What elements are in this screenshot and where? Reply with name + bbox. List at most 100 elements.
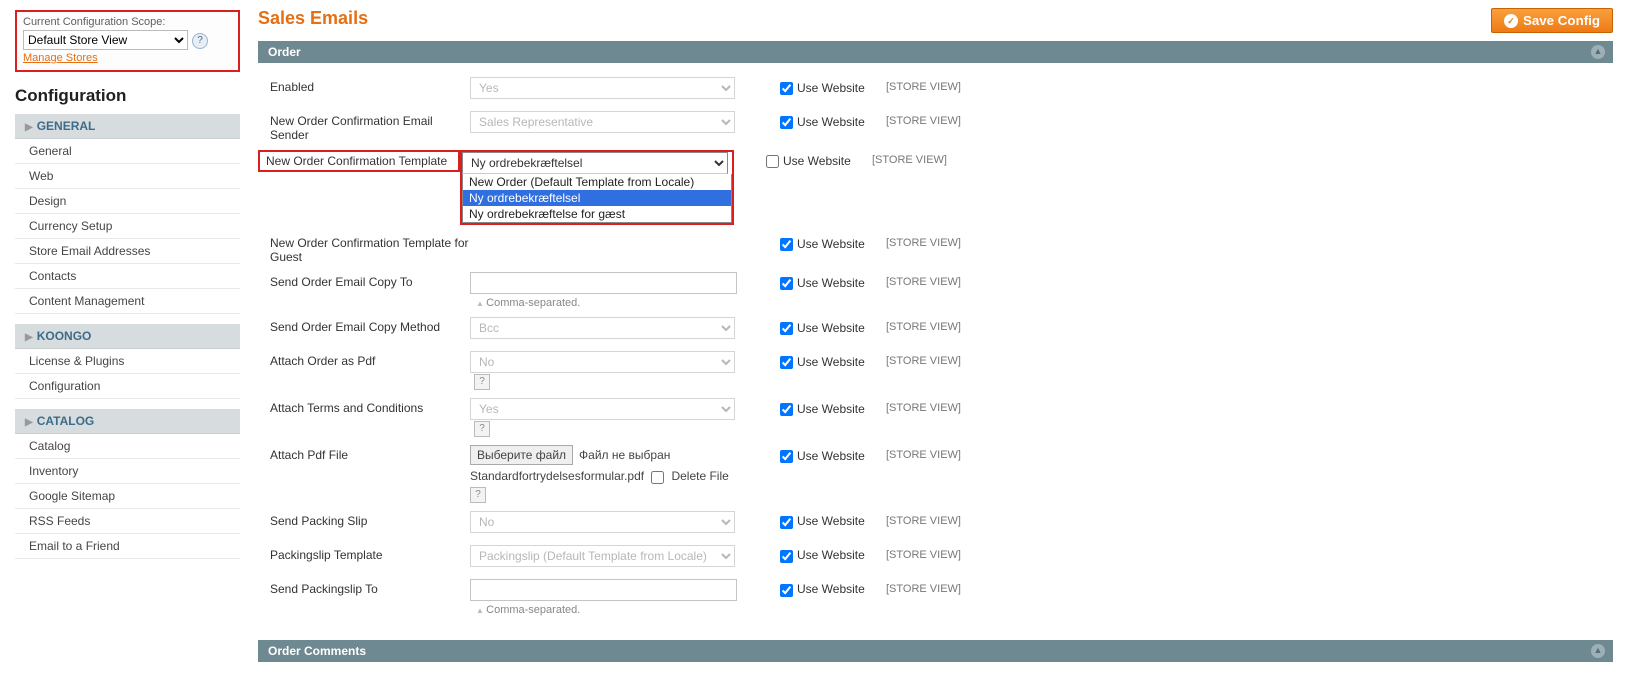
use-website-checkbox[interactable] bbox=[780, 238, 793, 251]
label-template-guest: New Order Confirmation Template for Gues… bbox=[258, 233, 470, 264]
template-option-1[interactable]: Ny ordrebekræftelsel bbox=[463, 190, 731, 206]
use-website-enabled[interactable]: Use Website bbox=[776, 81, 865, 95]
use-website-checkbox[interactable] bbox=[780, 584, 793, 597]
sidebar-item[interactable]: General bbox=[15, 139, 240, 164]
save-config-button[interactable]: ✓ Save Config bbox=[1491, 8, 1613, 33]
nav-category[interactable]: ▶KOONGO bbox=[15, 324, 240, 349]
sidebar-item[interactable]: Contacts bbox=[15, 264, 240, 289]
sidebar-item[interactable]: Store Email Addresses bbox=[15, 239, 240, 264]
scope-tag: [STORE VIEW] bbox=[872, 150, 947, 166]
help-icon[interactable]: ? bbox=[470, 487, 486, 503]
use-website-checkbox[interactable] bbox=[780, 403, 793, 416]
file-status: Файл не выбран bbox=[579, 448, 670, 462]
file-current-name: Standardfortrydelsesformular.pdf bbox=[470, 469, 644, 483]
use-website-checkbox[interactable] bbox=[780, 277, 793, 290]
use-website-copy-method[interactable]: Use Website bbox=[776, 321, 865, 335]
section-body-order: Enabled Yes Use Website [STORE VIEW] New… bbox=[258, 63, 1613, 633]
section-title: Order bbox=[268, 45, 301, 59]
sidebar-item[interactable]: Catalog bbox=[15, 434, 240, 459]
use-website-attach-pdf[interactable]: Use Website bbox=[776, 355, 865, 369]
file-current-line: Standardfortrydelsesformular.pdf Delete … bbox=[470, 469, 748, 483]
manage-stores-link[interactable]: Manage Stores bbox=[23, 52, 98, 64]
sidebar-item[interactable]: Currency Setup bbox=[15, 214, 240, 239]
scope-tag: [STORE VIEW] bbox=[886, 111, 961, 127]
scope-tag: [STORE VIEW] bbox=[886, 445, 961, 461]
use-website-sender[interactable]: Use Website bbox=[776, 115, 865, 129]
template-option-2[interactable]: Ny ordrebekræftelse for gæst bbox=[463, 206, 731, 222]
sidebar-item[interactable]: Inventory bbox=[15, 459, 240, 484]
sidebar: Current Configuration Scope: Default Sto… bbox=[0, 0, 240, 682]
page-title: Sales Emails bbox=[258, 8, 368, 29]
label-packing-tmpl: Packingslip Template bbox=[258, 545, 470, 562]
main: Sales Emails ✓ Save Config Order ▲ Enable… bbox=[240, 0, 1627, 682]
select-template[interactable]: Ny ordrebekræftelsel bbox=[462, 152, 728, 174]
sidebar-item[interactable]: RSS Feeds bbox=[15, 509, 240, 534]
collapse-icon[interactable]: ▲ bbox=[1591, 45, 1605, 59]
use-website-checkbox[interactable] bbox=[780, 356, 793, 369]
use-website-copy-to[interactable]: Use Website bbox=[776, 276, 865, 290]
section-title: Order Comments bbox=[268, 644, 366, 658]
help-icon[interactable]: ? bbox=[192, 33, 208, 49]
use-website-attach-tc[interactable]: Use Website bbox=[776, 402, 865, 416]
scope-tag: [STORE VIEW] bbox=[886, 398, 961, 414]
scope-tag: [STORE VIEW] bbox=[886, 545, 961, 561]
use-website-packing-to[interactable]: Use Website bbox=[776, 582, 865, 596]
label-attach-pdf: Attach Order as Pdf bbox=[258, 351, 470, 368]
use-website-checkbox[interactable] bbox=[780, 82, 793, 95]
use-website-packing-slip[interactable]: Use Website bbox=[776, 514, 865, 528]
label-attach-tc: Attach Terms and Conditions bbox=[258, 398, 470, 415]
chevron-right-icon: ▶ bbox=[25, 417, 33, 428]
help-icon[interactable]: ? bbox=[474, 421, 490, 437]
use-website-checkbox[interactable] bbox=[766, 155, 779, 168]
template-option-0[interactable]: New Order (Default Template from Locale) bbox=[463, 174, 731, 190]
nav-category[interactable]: ▶GENERAL bbox=[15, 114, 240, 139]
section-header-order[interactable]: Order ▲ bbox=[258, 41, 1613, 63]
sidebar-item[interactable]: Web bbox=[15, 164, 240, 189]
scope-tag: [STORE VIEW] bbox=[886, 233, 961, 249]
chevron-right-icon: ▶ bbox=[25, 332, 33, 343]
use-website-checkbox[interactable] bbox=[780, 116, 793, 129]
scope-tag: [STORE VIEW] bbox=[886, 351, 961, 367]
select-attach-tc: Yes bbox=[470, 398, 735, 420]
collapse-icon[interactable]: ▲ bbox=[1591, 644, 1605, 658]
use-website-packing-tmpl[interactable]: Use Website bbox=[776, 548, 865, 562]
use-website-checkbox[interactable] bbox=[780, 322, 793, 335]
select-attach-pdf: No bbox=[470, 351, 735, 373]
use-website-attach-file[interactable]: Use Website bbox=[776, 449, 865, 463]
nav-category[interactable]: ▶CATALOG bbox=[15, 409, 240, 434]
save-config-label: Save Config bbox=[1523, 13, 1600, 28]
use-website-template-guest[interactable]: Use Website bbox=[776, 237, 865, 251]
label-packing-slip: Send Packing Slip bbox=[258, 511, 470, 528]
label-enabled: Enabled bbox=[258, 77, 470, 94]
sidebar-item[interactable]: Email to a Friend bbox=[15, 534, 240, 559]
select-template-box: Ny ordrebekræftelsel New Order (Default … bbox=[460, 150, 734, 225]
scope-tag: [STORE VIEW] bbox=[886, 579, 961, 595]
sidebar-item[interactable]: Google Sitemap bbox=[15, 484, 240, 509]
scope-tag: [STORE VIEW] bbox=[886, 272, 961, 288]
label-template: New Order Confirmation Template bbox=[258, 150, 460, 172]
sidebar-item[interactable]: Design bbox=[15, 189, 240, 214]
use-website-checkbox[interactable] bbox=[780, 550, 793, 563]
label-attach-file: Attach Pdf File bbox=[258, 445, 470, 462]
scope-select[interactable]: Default Store View bbox=[23, 30, 188, 50]
input-packing-to[interactable] bbox=[470, 579, 737, 601]
use-website-checkbox[interactable] bbox=[780, 516, 793, 529]
scope-tag: [STORE VIEW] bbox=[886, 77, 961, 93]
input-copy-to[interactable] bbox=[470, 272, 737, 294]
use-website-checkbox[interactable] bbox=[780, 450, 793, 463]
section-header-order-comments[interactable]: Order Comments ▲ bbox=[258, 640, 1613, 662]
scope-tag: [STORE VIEW] bbox=[886, 317, 961, 333]
note-packing-to: Comma-separated. bbox=[476, 604, 748, 616]
delete-file-label: Delete File bbox=[671, 469, 728, 483]
check-icon: ✓ bbox=[1504, 14, 1518, 28]
select-packing-slip: No bbox=[470, 511, 735, 533]
sidebar-item[interactable]: Content Management bbox=[15, 289, 240, 314]
use-website-template[interactable]: Use Website bbox=[762, 154, 851, 168]
help-icon[interactable]: ? bbox=[474, 374, 490, 390]
delete-file-checkbox[interactable] bbox=[651, 471, 664, 484]
select-packing-tmpl: Packingslip (Default Template from Local… bbox=[470, 545, 735, 567]
scope-box: Current Configuration Scope: Default Sto… bbox=[15, 10, 240, 72]
sidebar-item[interactable]: License & Plugins bbox=[15, 349, 240, 374]
sidebar-item[interactable]: Configuration bbox=[15, 374, 240, 399]
file-choose-button[interactable]: Выберите файл bbox=[470, 445, 573, 465]
